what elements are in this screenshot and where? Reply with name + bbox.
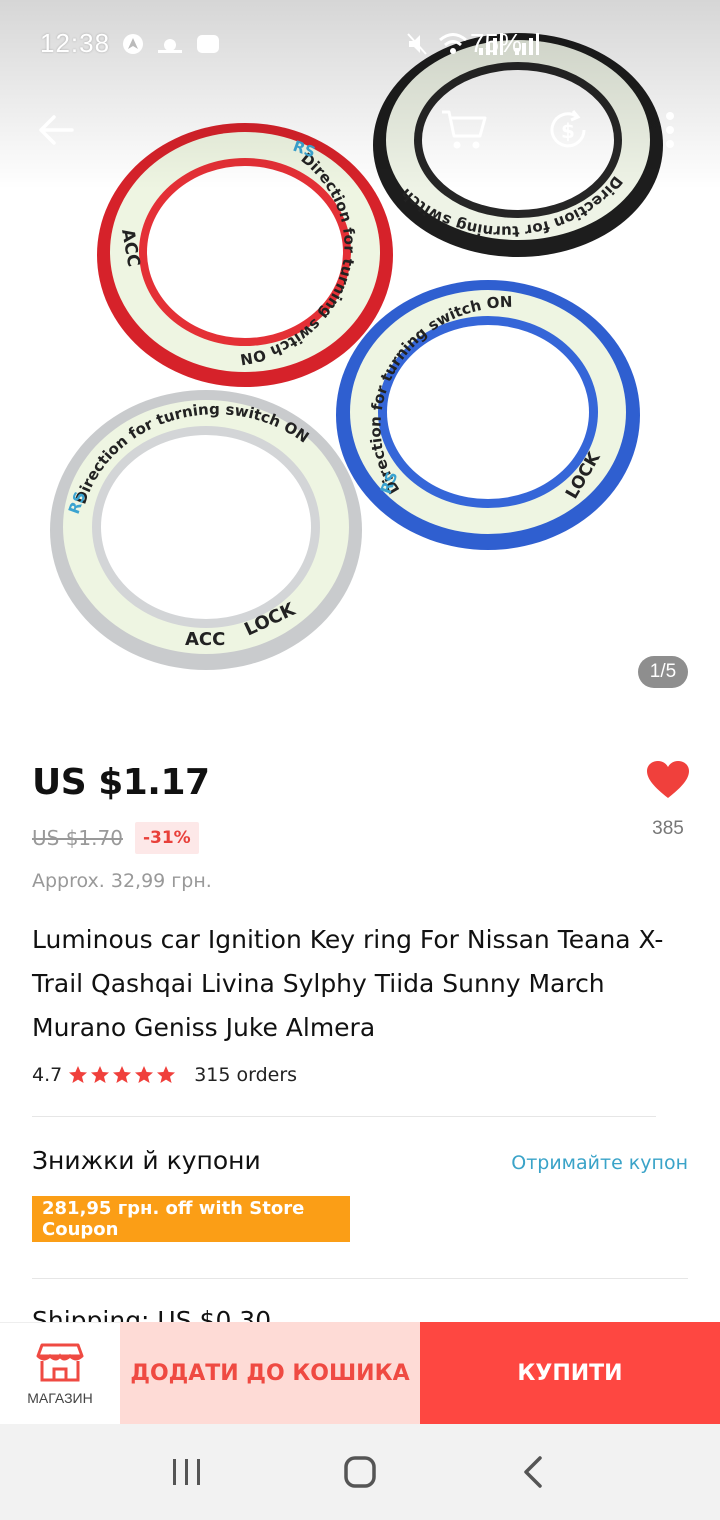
orders-count: 315 orders: [194, 1064, 298, 1086]
current-price: US $1.17: [32, 762, 210, 803]
status-bar: 12:38 75%: [0, 0, 720, 88]
divider: [32, 1278, 688, 1279]
bottom-action-bar: МАГАЗИН ДОДАТИ ДО КОШИКА КУПИТИ: [0, 1322, 720, 1424]
product-image-gallery[interactable]: Direction for turning switch ON Directio…: [0, 0, 720, 712]
silver-ring: Direction for turning switch ON ACC LOCK…: [50, 390, 362, 670]
store-icon: [36, 1343, 84, 1381]
mute-icon: [407, 33, 427, 55]
battery-level: 75%: [470, 28, 523, 58]
buy-now-button[interactable]: КУПИТИ: [420, 1322, 720, 1424]
image-page-indicator: 1/5: [638, 656, 688, 688]
cart-icon: [442, 110, 487, 149]
star-icon: [91, 1066, 110, 1083]
star-rating: [68, 1065, 176, 1085]
system-navigation-bar: [0, 1424, 720, 1520]
svg-text:$: $: [561, 119, 575, 143]
star-icon: [135, 1066, 154, 1083]
recent-apps-button[interactable]: [157, 1442, 217, 1502]
rating-row[interactable]: 4.7 315 orders: [32, 1064, 297, 1086]
star-icon: [69, 1066, 88, 1083]
wishlist-count: 385: [652, 818, 684, 839]
rating-value: 4.7: [32, 1064, 63, 1086]
currency-icon: $: [550, 110, 586, 148]
system-back-button[interactable]: [503, 1442, 563, 1502]
wishlist-button[interactable]: 385: [640, 760, 696, 840]
home-icon: [344, 1456, 376, 1488]
star-icon: [157, 1066, 176, 1083]
approx-local-price: Approx. 32,99 грн.: [32, 870, 212, 892]
home-button[interactable]: [330, 1442, 390, 1502]
divider: [32, 1116, 656, 1117]
blue-ring: Direction for turning switch ON LOCK RS: [336, 280, 640, 550]
add-to-cart-button[interactable]: ДОДАТИ ДО КОШИКА: [120, 1322, 420, 1424]
more-options-button[interactable]: [652, 106, 688, 154]
status-icons-left: [122, 32, 220, 56]
store-coupon-tag[interactable]: 281,95 грн. off with Store Coupon: [29, 1196, 350, 1242]
navigation-icon: [123, 34, 143, 54]
star-icon: [113, 1066, 132, 1083]
back-button[interactable]: [32, 106, 80, 154]
wifi-icon: [439, 33, 467, 54]
more-vertical-icon: [666, 112, 674, 148]
old-price-row: US $1.70 -31%: [32, 822, 199, 854]
store-button[interactable]: МАГАЗИН: [0, 1322, 120, 1424]
chevron-left-icon: [524, 1456, 543, 1488]
back-arrow-icon: [39, 115, 74, 145]
product-title: Luminous car Ignition Key ring For Nissa…: [32, 925, 664, 1042]
old-price: US $1.70: [32, 826, 123, 850]
coupons-section-title: Знижки й купони: [32, 1146, 261, 1175]
currency-button[interactable]: $: [544, 106, 592, 154]
heart-icon: [647, 761, 689, 798]
discount-badge: -31%: [134, 822, 199, 854]
dex-icon: [197, 35, 219, 53]
svg-text:ACC: ACC: [185, 629, 225, 650]
weather-icon: [158, 39, 182, 53]
cart-button[interactable]: [440, 106, 488, 154]
recent-apps-icon: [172, 1459, 200, 1485]
status-time: 12:38: [40, 28, 111, 58]
store-label: МАГАЗИН: [27, 1389, 93, 1406]
product-detail-screen: Direction for turning switch ON Directio…: [0, 0, 720, 1520]
get-coupon-link[interactable]: Отримайте купон: [511, 1152, 688, 1174]
